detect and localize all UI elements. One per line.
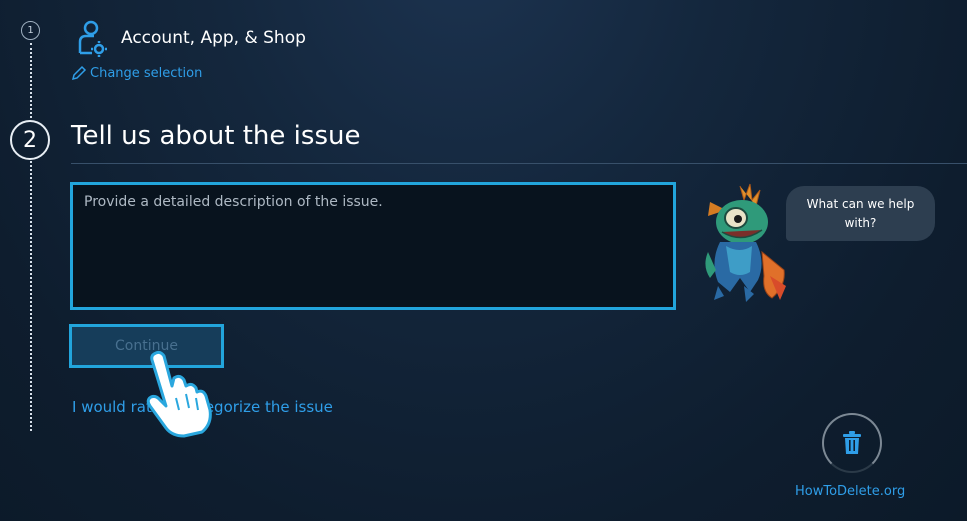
- step-rail-bottom: [30, 161, 32, 431]
- section-heading: Tell us about the issue: [71, 121, 361, 151]
- description-field[interactable]: [73, 185, 673, 307]
- description-field-frame: [70, 182, 676, 310]
- assistant-message: What can we help with?: [806, 196, 915, 230]
- watermark-text: HowToDelete.org: [795, 484, 906, 499]
- change-selection-label: Change selection: [90, 65, 203, 81]
- assistant-mascot: [705, 183, 786, 302]
- hand-pointer-icon: [146, 350, 212, 438]
- change-selection-link[interactable]: Change selection: [71, 65, 202, 81]
- user-gear-icon: [78, 20, 107, 57]
- step-2-indicator: 2: [10, 120, 50, 160]
- step-1-indicator: 1: [21, 21, 40, 40]
- divider: [71, 163, 967, 164]
- watermark-badge: [822, 413, 882, 473]
- pencil-icon: [71, 65, 87, 81]
- step-rail-top: [30, 43, 32, 118]
- trash-icon: [843, 431, 861, 454]
- category-title: Account, App, & Shop: [121, 28, 306, 48]
- assistant-speech-bubble: What can we help with?: [786, 186, 935, 241]
